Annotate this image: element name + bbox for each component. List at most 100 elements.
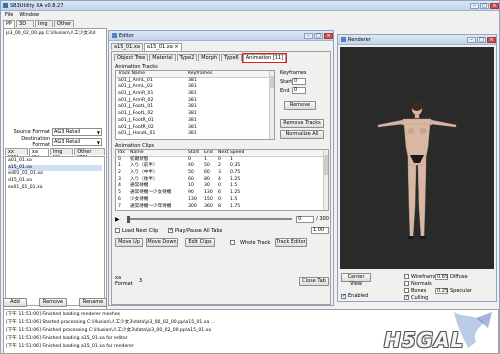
- clip-end: 130: [204, 190, 213, 196]
- subtab-xa[interactable]: xa [5]: [28, 148, 49, 161]
- tab-animation[interactable]: Animation [11]: [241, 53, 288, 63]
- play-pause-checkbox[interactable]: [168, 227, 173, 233]
- diffuse-input[interactable]: 0.65: [435, 273, 448, 280]
- tracks-table: Track Name Keyframes a01_J_ArmL_01 381 a01…: [115, 70, 275, 140]
- culling-checkbox[interactable]: [404, 294, 409, 300]
- table-row[interactable]: a01_J_FootL_02 381: [118, 111, 274, 118]
- viewport[interactable]: [340, 47, 494, 269]
- move-down-button[interactable]: Move Down: [146, 238, 178, 247]
- remove-keyframe-button[interactable]: Remove: [284, 101, 316, 110]
- specular-input[interactable]: 0.25: [435, 287, 448, 294]
- tab-3d[interactable]: 3D: [16, 20, 35, 27]
- table-row[interactable]: a01_J_HandL_01 381: [118, 131, 274, 138]
- col-end[interactable]: End: [204, 150, 218, 156]
- maximize-button[interactable]: □: [314, 32, 323, 39]
- renderer-icon: [341, 37, 346, 42]
- close-button[interactable]: ×: [324, 32, 333, 39]
- source-format-select[interactable]: AG3 Retail ▼: [52, 127, 102, 136]
- subtab-other[interactable]: Other [75]: [74, 148, 105, 161]
- maximize-button[interactable]: □: [480, 2, 489, 9]
- menu-window[interactable]: Window: [19, 11, 39, 19]
- tracks-scrollbar[interactable]: [269, 71, 274, 139]
- col-keyframes[interactable]: Keyframes: [188, 71, 212, 77]
- center-view-button[interactable]: Center View: [341, 273, 371, 287]
- tab-pp[interactable]: PP: [3, 20, 16, 28]
- col-track-name[interactable]: Track Name: [118, 71, 188, 77]
- minimize-button[interactable]: –: [304, 32, 313, 39]
- pp-file-name[interactable]: js3_00_02_00.pp C:\illusion\人工少女3\d: [4, 29, 106, 37]
- table-row[interactable]: 2 入り（中半） 50 60 3 0.75: [118, 170, 328, 177]
- tab-img[interactable]: Img: [35, 20, 54, 27]
- list-item[interactable]: ex01_01_01.xa: [8, 185, 102, 192]
- clip-next: 6: [218, 190, 221, 196]
- col-start[interactable]: Start: [188, 150, 204, 156]
- table-row[interactable]: a01_J_ArmR_01 381: [118, 91, 274, 98]
- end-input[interactable]: 0: [292, 87, 306, 94]
- load-next-checkbox[interactable]: [115, 228, 120, 233]
- wireframe-checkbox[interactable]: [404, 274, 409, 279]
- add-button[interactable]: Add: [3, 298, 27, 307]
- play-icon[interactable]: ▶: [115, 216, 123, 223]
- normalize-all-button[interactable]: Normalize All: [280, 130, 324, 139]
- destination-format-select[interactable]: AG3 Retail ▼: [52, 137, 102, 146]
- table-row[interactable]: a01_J_FootR_01 381: [118, 118, 274, 125]
- clip-next: 0: [218, 196, 221, 202]
- edit-clips-button[interactable]: Edit Clips: [185, 238, 215, 247]
- bones-checkbox[interactable]: [404, 288, 409, 293]
- log-line: [下午 11:51:00] Finished loading renderer …: [6, 312, 121, 317]
- col-idx[interactable]: Idx: [118, 150, 130, 156]
- tab-object-tree[interactable]: Object Tree: [114, 54, 149, 61]
- tab-morph[interactable]: Morph: [198, 54, 221, 61]
- close-tab-button[interactable]: Close Tab: [299, 276, 329, 286]
- frame-slider[interactable]: [127, 216, 293, 223]
- track-editor-button[interactable]: Track Editor: [275, 238, 307, 247]
- tab-type2[interactable]: Type2: [176, 54, 198, 61]
- frame-input[interactable]: 0: [296, 215, 315, 223]
- maximize-button[interactable]: □: [477, 36, 486, 43]
- move-up-button[interactable]: Move Up: [115, 238, 143, 247]
- table-row[interactable]: 5 通常待機〜少女待機 90 130 6 1.25: [118, 190, 328, 197]
- menu-file[interactable]: File: [5, 11, 13, 19]
- list-item[interactable]: d15_01.xa: [8, 178, 102, 185]
- clips-table: Idx Name Start End Next Speed 0 初期状態 0 1 0 1 1…: [115, 149, 329, 211]
- clips-body: 0 初期状態 0 1 0 1 1 入り（前半） 40 50 2 0.35 2 入り（中半） 50 60 3 0.7…: [116, 157, 328, 211]
- clips-scrollbar[interactable]: [323, 150, 328, 210]
- minimize-button[interactable]: –: [470, 2, 479, 9]
- tab-other[interactable]: Other: [54, 20, 75, 27]
- col-next[interactable]: Next: [218, 150, 230, 156]
- close-button[interactable]: ×: [490, 2, 499, 9]
- log-line: [下午 11:51:06] Started processing C:\illu…: [6, 320, 216, 325]
- wireframe-label: Wireframe: [411, 273, 438, 280]
- table-row[interactable]: 3 入り（後半） 60 80 4 1.25: [118, 177, 328, 184]
- doc-tab-active[interactable]: a15_01.xa ×: [143, 43, 182, 51]
- list-item[interactable]: a01_01.xa: [8, 158, 102, 165]
- doc-tab[interactable]: a15_01.xa: [111, 43, 143, 50]
- rename-button[interactable]: Rename: [79, 298, 107, 307]
- normals-checkbox[interactable]: [404, 281, 409, 286]
- whole-track-checkbox[interactable]: [230, 240, 235, 245]
- close-button[interactable]: ×: [487, 36, 496, 43]
- col-speed[interactable]: Speed: [230, 150, 244, 156]
- minimize-button[interactable]: –: [467, 36, 476, 43]
- enabled-checkbox[interactable]: [341, 293, 346, 299]
- subtab-xx[interactable]: xx [86]: [5, 148, 28, 161]
- editor-titlebar[interactable]: Editor – □ ×: [109, 31, 333, 41]
- speed-input[interactable]: 1.00: [311, 227, 329, 234]
- tab-material[interactable]: Material: [149, 54, 176, 61]
- table-row[interactable]: 6 少女待機 130 150 0 1.5: [118, 197, 328, 204]
- track-keyframes: 381: [188, 111, 197, 117]
- table-row[interactable]: 7 通常待機〜少年待機 300 360 8 1.75: [118, 204, 328, 211]
- col-name[interactable]: Name: [130, 150, 188, 156]
- tab-type6[interactable]: Type6: [221, 54, 242, 61]
- start-input[interactable]: 0: [292, 78, 306, 85]
- clip-name: 通常待機〜少年待機: [130, 203, 172, 209]
- remove-tracks-button[interactable]: Remove Tracks: [280, 119, 324, 128]
- renderer-titlebar[interactable]: Renderer – □ ×: [338, 35, 496, 45]
- subtab-img[interactable]: Img [0]: [49, 148, 74, 161]
- remove-button[interactable]: Remove: [39, 298, 67, 307]
- load-next-label: Load Next Clip: [122, 227, 159, 234]
- play-pause-label: Play/Pause All Tabs: [175, 227, 223, 234]
- clip-start: 300: [188, 203, 197, 209]
- culling-label: Culling: [411, 294, 429, 301]
- frame-slider-thumb[interactable]: [127, 216, 130, 223]
